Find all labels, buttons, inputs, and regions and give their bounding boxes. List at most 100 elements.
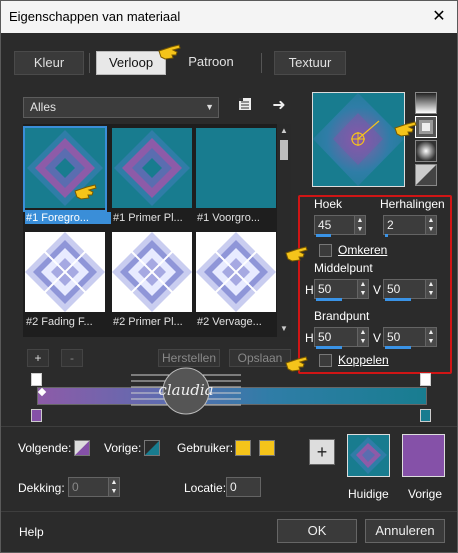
tab-verloop[interactable]: Verloop — [96, 51, 166, 75]
watermark-logo: claudia — [131, 365, 241, 417]
user-color-swatch-2[interactable] — [259, 440, 275, 456]
scrollbar-thumb[interactable] — [280, 140, 288, 160]
tab-kleur[interactable]: Kleur — [14, 51, 84, 75]
scroll-down-icon[interactable]: ▼ — [277, 324, 291, 333]
pointing-hand-icon — [158, 44, 181, 60]
window-title: Eigenschappen van materiaal — [9, 9, 181, 24]
gradient-thumbnail-caption: #2 Fading F... — [26, 316, 93, 328]
location-label: Locatie: — [184, 481, 227, 495]
midpoint-h-slider[interactable] — [316, 298, 342, 301]
focal-h-spin-icon[interactable]: ▲ ▼ — [357, 328, 368, 346]
arrow-right-icon[interactable]: ➜ — [269, 96, 289, 116]
focal-h-slider[interactable] — [316, 346, 342, 349]
gradient-thumbnail-caption: #1 Primer Pl... — [113, 212, 183, 224]
link-label: Koppelen — [338, 353, 389, 367]
opacity-input[interactable]: 0 ▲ ▼ — [68, 477, 120, 497]
focal-label: Brandpunt — [314, 309, 370, 323]
scroll-up-icon[interactable]: ▲ — [277, 126, 291, 135]
gradient-thumbnail[interactable]: #2 Fading F... — [25, 232, 105, 328]
sunburst-style-button[interactable] — [415, 164, 437, 186]
tab-separator — [89, 53, 90, 73]
focal-h-value: 50 — [318, 330, 332, 344]
location-value: 0 — [230, 480, 237, 494]
linear-style-button[interactable] — [415, 92, 437, 114]
next-color-swatch[interactable] — [74, 440, 90, 456]
focal-h-label: H — [305, 331, 314, 345]
repeats-spin-icon[interactable]: ▲ ▼ — [425, 216, 436, 234]
link-checkbox[interactable] — [319, 354, 332, 367]
gradient-thumbnail[interactable]: #1 Voorgro... — [196, 128, 276, 224]
midpoint-v-slider[interactable] — [385, 298, 411, 301]
invert-checkbox[interactable] — [319, 244, 332, 257]
gradient-thumbnail[interactable]: #2 Primer Pl... — [112, 232, 192, 328]
focal-h-input[interactable]: 50 ▲ ▼ — [314, 327, 369, 349]
divider — [1, 426, 457, 427]
opacity-label: Dekking: — [18, 481, 65, 495]
tab-separator — [261, 53, 262, 73]
focal-v-label: V — [373, 331, 382, 345]
tab-patroon[interactable]: Patroon — [176, 51, 246, 75]
category-select[interactable]: Alles ▼ — [23, 97, 219, 118]
close-icon[interactable]: ✕ — [427, 6, 451, 28]
pointing-hand-icon — [285, 356, 308, 372]
previous-color-swatch[interactable] — [144, 440, 160, 456]
gradient-thumbnail-caption: #1 Foregro... — [25, 212, 111, 224]
previous-swatch-label: Vorige — [408, 487, 443, 501]
midpoint-v-label: V — [373, 283, 382, 297]
midpoint-v-spin-icon[interactable]: ▲ ▼ — [425, 280, 436, 298]
repeats-slider[interactable] — [385, 234, 388, 237]
title-bar: Eigenschappen van materiaal ✕ — [1, 1, 457, 33]
gradient-preview-graphic — [313, 93, 404, 186]
midpoint-h-value: 50 — [318, 282, 332, 296]
repeats-input[interactable]: 2 ▲ ▼ — [383, 215, 437, 237]
opacity-stop-left[interactable] — [31, 373, 42, 386]
material-properties-dialog: Eigenschappen van materiaal ✕ Kleur Verl… — [0, 0, 458, 553]
focal-v-input[interactable]: 50 ▲ ▼ — [383, 327, 437, 349]
color-stop-right[interactable] — [420, 409, 431, 422]
midpoint-h-label: H — [305, 283, 314, 297]
focal-v-slider[interactable] — [385, 346, 411, 349]
midpoint-h-input[interactable]: 50 ▲ ▼ — [314, 279, 369, 301]
previous-swatch[interactable] — [402, 434, 445, 477]
opacity-stop-right[interactable] — [420, 373, 431, 386]
cancel-button[interactable]: Annuleren — [365, 519, 445, 543]
svg-text:claudia: claudia — [158, 381, 213, 399]
pointing-hand-icon — [285, 246, 308, 262]
folder-options-icon[interactable] — [235, 96, 255, 116]
repeats-label: Herhalingen — [380, 197, 445, 211]
angle-spin-icon[interactable]: ▲ ▼ — [354, 216, 365, 234]
angle-slider[interactable] — [316, 234, 331, 237]
gallery-scrollbar[interactable]: ▲ ▼ — [277, 124, 291, 337]
add-gradient-button[interactable]: + — [27, 349, 49, 367]
gradient-thumbnail-caption: #2 Primer Pl... — [113, 316, 183, 328]
gradient-thumbnail-caption: #1 Voorgro... — [197, 212, 260, 224]
ok-button[interactable]: OK — [277, 519, 357, 543]
gradient-preview[interactable] — [312, 92, 405, 187]
invert-label: Omkeren — [338, 243, 388, 257]
color-stop-left[interactable] — [31, 409, 42, 422]
add-to-swatches-button[interactable]: + — [309, 439, 335, 465]
midpoint-v-input[interactable]: 50 ▲ ▼ — [383, 279, 437, 301]
opacity-value: 0 — [72, 480, 79, 494]
tab-textuur[interactable]: Textuur — [274, 51, 346, 75]
user-color-swatch[interactable] — [235, 440, 251, 456]
gradient-gallery: #1 Foregro... #1 Primer Pl... #1 Voorgro..… — [23, 124, 291, 337]
radial-style-button[interactable] — [415, 140, 437, 162]
opacity-spin-icon[interactable]: ▲ ▼ — [108, 478, 119, 496]
focal-v-spin-icon[interactable]: ▲ ▼ — [425, 328, 436, 346]
gradient-thumbnail-caption: #2 Vervage... — [197, 316, 262, 328]
current-swatch[interactable] — [347, 434, 390, 477]
focal-v-value: 50 — [387, 330, 401, 344]
angle-input[interactable]: 45 ▲ ▼ — [314, 215, 366, 237]
category-select-value: Alles — [30, 100, 57, 114]
repeats-value: 2 — [387, 218, 394, 232]
midpoint-h-spin-icon[interactable]: ▲ ▼ — [357, 280, 368, 298]
remove-gradient-button[interactable]: - — [61, 349, 83, 367]
angle-value: 45 — [318, 218, 332, 232]
midpoint-label: Middelpunt — [314, 261, 373, 275]
help-link[interactable]: Help — [19, 525, 44, 539]
gradient-thumbnail[interactable]: #2 Vervage... — [196, 232, 276, 328]
user-label: Gebruiker: — [177, 441, 234, 455]
gradient-thumbnail[interactable]: #1 Primer Pl... — [112, 128, 192, 224]
location-input[interactable]: 0 — [226, 477, 261, 497]
